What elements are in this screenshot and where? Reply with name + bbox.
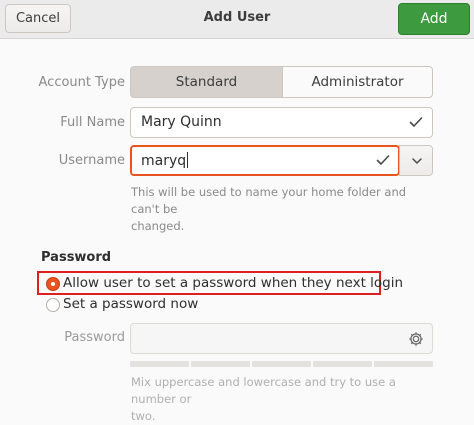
username-hint-line2: changed.	[131, 219, 185, 233]
password-field[interactable]	[130, 323, 433, 354]
username-label: Username	[58, 153, 125, 168]
header-bar: Cancel Add User Add	[0, 0, 474, 39]
password-strength-bar	[130, 361, 433, 367]
strength-segment	[374, 361, 433, 367]
password-hint-line1: Mix uppercase and lowercase and try to u…	[131, 375, 396, 406]
gear-icon[interactable]	[407, 330, 425, 348]
username-value: maryq	[141, 153, 187, 169]
strength-segment	[252, 361, 311, 367]
password-hint: Mix uppercase and lowercase and try to u…	[131, 374, 431, 425]
strength-segment	[313, 361, 372, 367]
full-name-label: Full Name	[60, 115, 125, 130]
check-icon	[409, 117, 423, 127]
chevron-down-icon	[412, 158, 422, 164]
username-hint: This will be used to name your home fold…	[131, 184, 431, 235]
text-cursor	[187, 152, 189, 168]
radio-next-login-label[interactable]: Allow user to set a password when they n…	[63, 275, 403, 291]
add-button[interactable]: Add	[398, 3, 470, 35]
username-value-wrap: maryq	[141, 152, 189, 169]
account-type-administrator[interactable]: Administrator	[282, 66, 433, 98]
radio-set-now[interactable]	[46, 298, 60, 312]
password-hint-line2: two.	[131, 409, 156, 423]
account-type-standard[interactable]: Standard	[130, 66, 283, 98]
username-field[interactable]: maryq	[130, 145, 400, 176]
username-hint-line1: This will be used to name your home fold…	[131, 185, 407, 216]
full-name-value: Mary Quinn	[141, 114, 222, 130]
strength-segment	[191, 361, 250, 367]
strength-segment	[130, 361, 189, 367]
radio-set-now-label[interactable]: Set a password now	[63, 296, 198, 312]
username-suggestions-dropdown[interactable]	[399, 145, 433, 176]
radio-next-login[interactable]	[46, 277, 60, 291]
full-name-field[interactable]: Mary Quinn	[130, 107, 433, 138]
password-label: Password	[64, 330, 125, 345]
check-icon	[376, 155, 390, 165]
account-type-label: Account Type	[38, 75, 125, 90]
password-section-title: Password	[41, 250, 112, 265]
